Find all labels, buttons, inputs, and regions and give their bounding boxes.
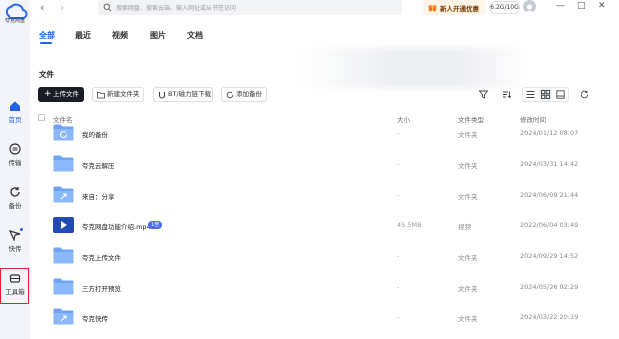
file-type: 视频 — [458, 223, 471, 231]
search-placeholder: 搜索网盘、搜索云端、输入网址或从书签访问 — [116, 5, 237, 12]
gift-icon — [428, 5, 437, 12]
file-name: 夸克快传 — [82, 315, 108, 323]
file-name: 三方打开预览 — [82, 285, 121, 293]
file-type: 文件夹 — [458, 193, 478, 201]
file-modified: 2022/06/04 03:49 — [520, 221, 579, 229]
tab-recent[interactable]: 最近 — [75, 30, 91, 41]
bt-download-label: BT/磁力链下载 — [168, 90, 212, 98]
rail-item-home[interactable]: 首页 — [0, 100, 30, 124]
add-backup-label: 添加备份 — [236, 90, 262, 98]
refresh-icon[interactable] — [580, 90, 589, 99]
new-folder-button[interactable]: 新建文件夹 — [92, 87, 144, 102]
minimize-button[interactable]: — — [556, 0, 565, 12]
upload-label: 上传文件 — [53, 90, 79, 98]
rail-item-label: 备份 — [8, 202, 22, 210]
magnet-icon — [158, 92, 166, 99]
file-size: - — [397, 160, 400, 168]
forward-arrow-icon[interactable]: › — [60, 2, 64, 13]
app-name: 夸克网盘 — [4, 18, 25, 24]
active-tab-indicator — [40, 42, 52, 44]
rail-item-transfer[interactable]: 传输 — [0, 143, 30, 167]
tab-image[interactable]: 图片 — [150, 30, 166, 41]
file-modified: 2024/09/29 14:52 — [520, 252, 579, 260]
backup-folder-icon — [53, 124, 74, 141]
home-icon — [10, 101, 20, 111]
back-arrow-icon[interactable]: ‹ — [40, 2, 44, 13]
file-size: 45.5MB — [397, 221, 422, 229]
filter-icon[interactable] — [479, 90, 488, 99]
shared-folder-icon — [53, 186, 74, 203]
video-file-icon — [53, 217, 74, 233]
rail-item-label: 快传 — [8, 245, 22, 253]
rail-item-label: 首页 — [8, 116, 22, 124]
tab-video[interactable]: 视频 — [112, 30, 128, 41]
file-modified: 2024/05/26 02:29 — [520, 283, 579, 291]
column-header-size[interactable]: 大小 — [397, 114, 410, 124]
backup-icon — [10, 187, 20, 197]
file-modified: 2024/01/12 08:07 — [520, 129, 579, 137]
shared-folder-icon — [53, 308, 74, 325]
file-size: - — [397, 252, 400, 260]
file-size: - — [397, 129, 400, 137]
rail-item-backup[interactable]: 备份 — [0, 186, 30, 210]
file-modified: 2024/03/31 14:42 — [520, 160, 579, 168]
file-type: 文件夹 — [458, 162, 478, 170]
add-backup-button[interactable]: 添加备份 — [221, 87, 267, 102]
new-folder-label: 新建文件夹 — [107, 90, 140, 98]
new-folder-icon — [97, 92, 105, 99]
sort-icon[interactable] — [502, 90, 511, 99]
close-button[interactable]: ✕ — [598, 0, 606, 12]
folder-icon — [53, 278, 74, 295]
search-bar[interactable]: 搜索网盘、搜索云端、输入网址或从书签访问 — [98, 0, 402, 15]
file-type: 文件夹 — [458, 315, 478, 323]
file-size: - — [397, 313, 400, 321]
rail-item-quick-share[interactable]: 快传 — [0, 228, 30, 253]
tab-all[interactable]: 全部 — [39, 30, 55, 41]
bt-download-button[interactable]: BT/磁力链下载 — [153, 87, 213, 102]
file-modified: 2024/03/22 20:19 — [520, 313, 579, 321]
file-size: - — [397, 191, 400, 199]
promo-label: 新人开通优惠 — [440, 5, 479, 13]
plus-icon: + — [44, 89, 52, 99]
grid-view-icon[interactable] — [541, 90, 550, 99]
rail-item-label: 传输 — [8, 159, 22, 167]
large-thumbnail-icon[interactable] — [556, 90, 565, 99]
section-title: 文件 — [39, 70, 54, 79]
transfer-icon — [9, 143, 21, 155]
column-header-modified[interactable]: 修改时间 — [520, 114, 546, 124]
file-name: 我的备份 — [82, 131, 108, 139]
file-modified: 2024/06/09 21:44 — [520, 191, 579, 199]
storage-indicator[interactable]: 6.2G/10G — [489, 1, 520, 14]
notification-dot — [20, 228, 23, 231]
column-header-name[interactable]: 文件名 — [53, 114, 73, 124]
column-header-type[interactable]: 文件类型 — [458, 114, 484, 124]
search-icon — [103, 3, 112, 12]
file-name: 夸克上传文件 — [82, 254, 121, 262]
blurred-region — [300, 48, 530, 88]
quick-share-icon — [9, 230, 21, 241]
file-type: 文件夹 — [458, 254, 478, 262]
toolbox-highlight-box — [0, 268, 29, 304]
folder-icon — [53, 155, 74, 172]
backup-icon — [226, 91, 234, 99]
list-view-icon[interactable] — [526, 90, 535, 99]
file-type: 文件夹 — [458, 131, 478, 139]
file-name: 来自：分享 — [82, 193, 115, 201]
select-all-checkbox[interactable] — [38, 114, 45, 121]
file-name: 夸克网盘功能介绍.mp4 — [82, 223, 151, 231]
maximize-button[interactable]: □ — [577, 0, 586, 12]
file-badge: 1倍 — [148, 221, 163, 229]
promo-button[interactable]: 新人开通优惠 — [423, 0, 485, 15]
user-icon — [525, 4, 534, 13]
upload-button[interactable]: + 上传文件 — [38, 87, 84, 102]
tab-document[interactable]: 文档 — [187, 30, 203, 41]
folder-icon — [53, 247, 74, 264]
avatar[interactable] — [523, 0, 536, 13]
file-type: 文件夹 — [458, 285, 478, 293]
file-size: - — [397, 283, 400, 291]
file-name: 夸克云解压 — [82, 162, 115, 170]
